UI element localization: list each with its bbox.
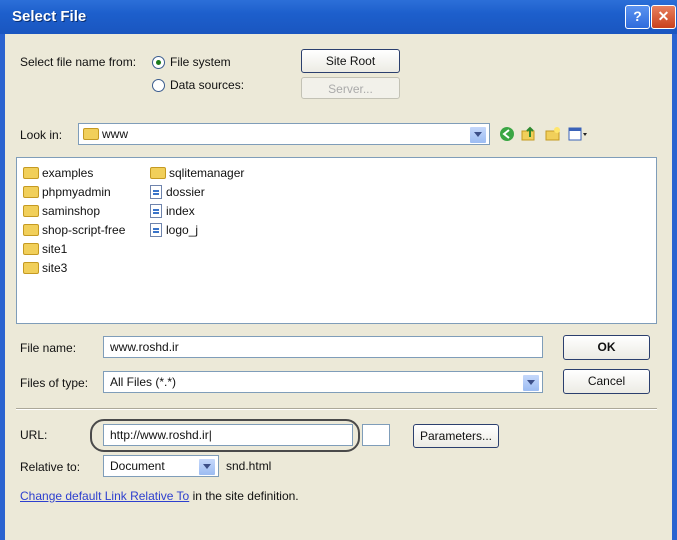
url-highlight-oval — [90, 419, 360, 452]
select-file-dialog: Select File ? ✕ Select file name from: F… — [0, 0, 677, 540]
back-icon[interactable] — [499, 126, 515, 142]
folder-icon — [83, 128, 99, 140]
file-name-label: File name: — [20, 341, 77, 355]
title-bar: Select File ? ✕ — [0, 0, 677, 34]
separator — [16, 408, 657, 410]
window-frame-right — [672, 34, 677, 540]
relative-to-file: snd.html — [226, 459, 272, 473]
folder-icon — [23, 224, 39, 236]
radio-file-system[interactable] — [152, 56, 165, 69]
radio-selected-dot — [156, 60, 161, 65]
radio-data-sources[interactable] — [152, 79, 165, 92]
help-button[interactable]: ? — [625, 5, 650, 29]
relative-to-dropdown[interactable]: Document — [103, 455, 219, 477]
url-extra-field[interactable] — [362, 424, 390, 446]
relative-to-value: Document — [110, 459, 165, 473]
cancel-button[interactable]: Cancel — [563, 369, 650, 394]
web-page-icon — [150, 204, 162, 218]
list-item[interactable]: examples — [23, 166, 93, 180]
list-item[interactable]: site3 — [23, 261, 67, 275]
chevron-down-icon[interactable] — [198, 458, 216, 476]
files-of-type-label: Files of type: — [20, 376, 89, 390]
file-name-input[interactable]: www.roshd.ir — [103, 336, 543, 358]
folder-icon — [23, 243, 39, 255]
list-item-label: phpmyadmin — [42, 185, 111, 199]
close-button[interactable]: ✕ — [651, 5, 676, 29]
folder-icon — [23, 167, 39, 179]
folder-icon — [23, 205, 39, 217]
chevron-down-icon[interactable] — [469, 126, 487, 144]
files-of-type-dropdown[interactable]: All Files (*.*) — [103, 371, 543, 393]
radio-data-sources-label[interactable]: Data sources: — [170, 78, 244, 92]
look-in-label: Look in: — [20, 128, 63, 142]
list-item[interactable]: shop-script-free — [23, 223, 125, 237]
parameters-button[interactable]: Parameters... — [413, 424, 499, 448]
file-list[interactable]: examples phpmyadmin saminshop shop-scrip… — [16, 157, 657, 324]
list-item[interactable]: phpmyadmin — [23, 185, 111, 199]
list-item[interactable]: logo_j — [150, 223, 198, 237]
ok-button[interactable]: OK — [563, 335, 650, 360]
list-item-label: saminshop — [42, 204, 101, 218]
list-item-label: dossier — [166, 185, 205, 199]
server-button: Server... — [301, 77, 400, 99]
relative-to-label: Relative to: — [20, 460, 81, 474]
list-item[interactable]: saminshop — [23, 204, 100, 218]
document-icon — [150, 185, 162, 199]
window-frame-left — [0, 34, 5, 540]
change-relative-link[interactable]: Change default Link Relative To — [20, 489, 189, 503]
url-label: URL: — [20, 428, 48, 442]
list-item[interactable]: site1 — [23, 242, 67, 256]
folder-icon — [23, 186, 39, 198]
look-in-value: www — [102, 127, 128, 141]
list-item[interactable]: sqlitemanager — [150, 166, 244, 180]
folder-icon — [23, 262, 39, 274]
list-item-label: shop-script-free — [42, 223, 126, 237]
folder-icon — [150, 167, 166, 179]
list-item-label: index — [166, 204, 195, 218]
up-folder-icon[interactable] — [521, 126, 537, 142]
view-menu-icon[interactable] — [568, 126, 588, 142]
select-source-label: Select file name from: — [20, 55, 137, 69]
list-item[interactable]: dossier — [150, 185, 205, 199]
radio-file-system-label[interactable]: File system — [170, 55, 231, 69]
list-item-label: site3 — [42, 261, 68, 275]
site-root-button[interactable]: Site Root — [301, 49, 400, 73]
list-item-label: examples — [42, 166, 94, 180]
files-of-type-value: All Files (*.*) — [110, 375, 177, 389]
image-file-icon — [150, 223, 162, 237]
list-item-label: logo_j — [166, 223, 199, 237]
window-title: Select File — [12, 8, 87, 25]
list-item[interactable]: index — [150, 204, 195, 218]
list-item-label: site1 — [42, 242, 68, 256]
look-in-dropdown[interactable]: www — [78, 123, 490, 145]
footer-tail: in the site definition. — [189, 489, 299, 503]
footer-text: Change default Link Relative To in the s… — [20, 489, 299, 503]
list-item-label: sqlitemanager — [169, 166, 245, 180]
new-folder-icon[interactable] — [545, 126, 561, 142]
chevron-down-icon[interactable] — [522, 374, 540, 392]
